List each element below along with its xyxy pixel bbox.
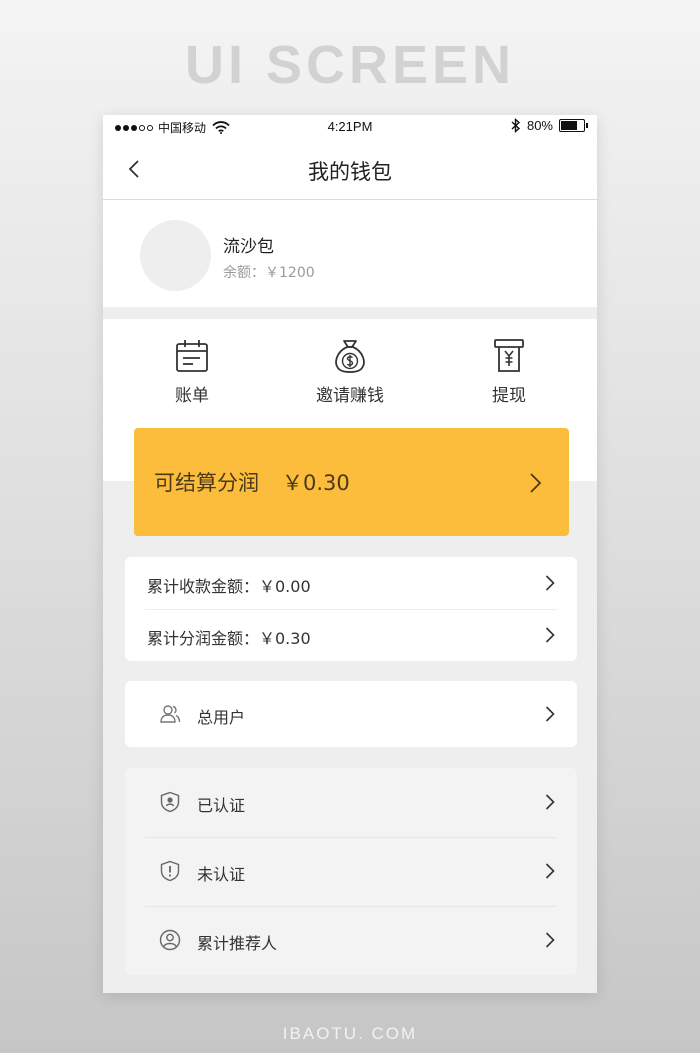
auth-row-referrers[interactable]: 累计推荐人 xyxy=(125,906,577,975)
profile-balance: 余额：￥1200 xyxy=(223,265,315,281)
bluetooth-icon xyxy=(511,118,521,133)
chevron-right-icon xyxy=(545,932,555,948)
stat-label: 累计分润金额：￥0.30 xyxy=(147,629,311,648)
stat-row-profit[interactable]: 累计分润金额：￥0.30 xyxy=(125,609,577,661)
auth-label: 累计推荐人 xyxy=(197,934,278,953)
stat-row-received[interactable]: 累计收款金额：￥0.00 xyxy=(125,557,577,609)
stats-card: 累计收款金额：￥0.00 累计分润金额：￥0.30 xyxy=(125,557,577,661)
chevron-right-icon xyxy=(545,627,555,643)
auth-card: 已认证 未认证 累计推荐人 xyxy=(125,768,577,975)
action-withdraw[interactable]: 提现 xyxy=(444,337,574,406)
page-title: 我的钱包 xyxy=(308,160,392,184)
profile-section: 流沙包 余额：￥1200 xyxy=(103,200,597,307)
users-label: 总用户 xyxy=(197,708,246,727)
auth-row-verified[interactable]: 已认证 xyxy=(125,768,577,837)
auth-label: 已认证 xyxy=(197,796,246,815)
shield-check-icon xyxy=(160,791,180,813)
user-circle-icon xyxy=(159,929,181,951)
action-label: 邀请赚钱 xyxy=(316,386,384,406)
action-bill[interactable]: 账单 xyxy=(127,337,257,406)
chevron-right-icon xyxy=(545,706,555,722)
profit-card[interactable]: 可结算分润 ￥0.30 xyxy=(134,428,569,536)
users-icon xyxy=(160,705,181,723)
battery-percent: 80% xyxy=(526,118,553,133)
atm-withdraw-icon xyxy=(494,339,524,372)
users-row[interactable]: 总用户 xyxy=(125,681,577,747)
auth-row-unverified[interactable]: 未认证 xyxy=(125,837,577,906)
chevron-right-icon xyxy=(545,863,555,879)
profit-label: 可结算分润 xyxy=(154,471,259,495)
action-invite[interactable]: 邀请赚钱 xyxy=(285,337,415,406)
phone-screen: 中国移动 4:21PM 80% 我的钱包 流沙包 余额：￥1200 账单 邀请赚… xyxy=(103,115,597,993)
action-label: 账单 xyxy=(175,386,209,406)
users-card: 总用户 xyxy=(125,681,577,747)
status-bar: 中国移动 4:21PM 80% xyxy=(103,115,597,139)
auth-label: 未认证 xyxy=(197,865,246,884)
battery-icon xyxy=(559,119,588,132)
shield-exclamation-icon xyxy=(160,860,180,882)
money-bag-icon xyxy=(335,340,365,373)
chevron-right-icon xyxy=(545,794,555,810)
chevron-right-icon xyxy=(530,473,542,493)
action-label: 提现 xyxy=(492,386,526,406)
footer-watermark: IBAOTU. COM xyxy=(282,1024,418,1043)
profit-value: ￥0.30 xyxy=(282,471,350,495)
chevron-right-icon xyxy=(545,575,555,591)
stat-label: 累计收款金额：￥0.00 xyxy=(147,577,311,596)
avatar[interactable] xyxy=(140,220,211,291)
profile-name: 流沙包 xyxy=(223,237,274,257)
banner-title: UI SCREEN xyxy=(184,35,516,95)
nav-bar: 我的钱包 xyxy=(103,139,597,200)
calendar-icon xyxy=(176,340,208,372)
